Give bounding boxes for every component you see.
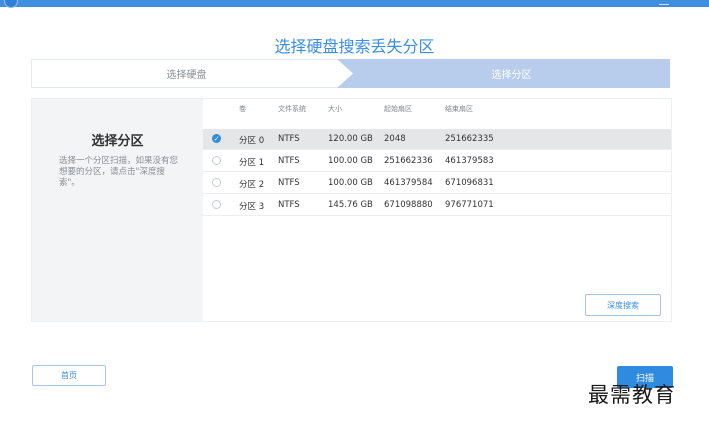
cell-size: 100.00 GB <box>328 156 373 166</box>
table-header: 卷 文件系统 大小 起始扇区 结束扇区 <box>203 104 671 122</box>
cell-volume: 分区 0 <box>239 136 265 146</box>
cell-start-sector: 461379584 <box>384 178 433 188</box>
sidebar-description: 选择一个分区扫描，如果没有您想要的分区，请点击"深度搜索"。 <box>59 156 179 188</box>
cell-start-sector: 251662336 <box>384 156 433 166</box>
cell-size: 120.00 GB <box>328 134 373 144</box>
header-start-sector: 起始扇区 <box>384 105 412 113</box>
table-row[interactable]: ✓ 分区 0 NTFS 120.00 GB 2048 251662335 <box>203 129 671 150</box>
cell-filesystem: NTFS <box>278 156 300 166</box>
cell-filesystem: NTFS <box>278 134 300 144</box>
step-select-disk: 选择硬盘 <box>31 59 341 88</box>
table-row[interactable]: 分区 3 NTFS 145.76 GB 671098880 976771071 <box>203 195 671 216</box>
step-indicator: 选择硬盘 选择分区 <box>31 59 670 88</box>
partition-panel: 选择分区 选择一个分区扫描，如果没有您想要的分区，请点击"深度搜索"。 卷 文件… <box>31 98 672 322</box>
home-button[interactable]: 首页 <box>32 365 106 386</box>
deep-search-button[interactable]: 深度搜索 <box>585 294 661 316</box>
radio-icon[interactable] <box>212 178 221 187</box>
step-select-partition: 选择分区 <box>337 59 670 88</box>
cell-size: 145.76 GB <box>328 200 373 210</box>
window-title-bar <box>0 0 709 7</box>
cell-end-sector: 671096831 <box>445 178 494 188</box>
cell-end-sector: 976771071 <box>445 200 494 210</box>
cell-start-sector: 671098880 <box>384 200 433 210</box>
radio-icon[interactable] <box>212 156 221 165</box>
watermark-text: 最需教育 <box>588 383 676 407</box>
sidebar-title: 选择分区 <box>91 134 144 149</box>
cell-volume: 分区 2 <box>239 180 265 190</box>
cell-end-sector: 251662335 <box>445 134 494 144</box>
radio-checked-icon[interactable]: ✓ <box>212 134 221 143</box>
header-size: 大小 <box>328 105 342 113</box>
cell-volume: 分区 3 <box>239 202 265 212</box>
cell-filesystem: NTFS <box>278 200 300 210</box>
cell-volume: 分区 1 <box>239 158 265 168</box>
header-volume: 卷 <box>239 105 246 113</box>
cell-end-sector: 461379583 <box>445 156 494 166</box>
header-end-sector: 结束扇区 <box>445 105 473 113</box>
table-row[interactable]: 分区 2 NTFS 100.00 GB 461379584 671096831 <box>203 173 671 194</box>
info-sidebar: 选择分区 选择一个分区扫描，如果没有您想要的分区，请点击"深度搜索"。 <box>32 99 203 321</box>
page-title: 选择硬盘搜索丢失分区 <box>274 37 435 56</box>
cell-filesystem: NTFS <box>278 178 300 188</box>
table-row[interactable]: 分区 1 NTFS 100.00 GB 251662336 461379583 <box>203 151 671 172</box>
header-filesystem: 文件系统 <box>278 105 306 113</box>
minimize-icon[interactable] <box>659 0 669 5</box>
radio-icon[interactable] <box>212 200 221 209</box>
cell-size: 100.00 GB <box>328 178 373 188</box>
cell-start-sector: 2048 <box>384 134 406 144</box>
